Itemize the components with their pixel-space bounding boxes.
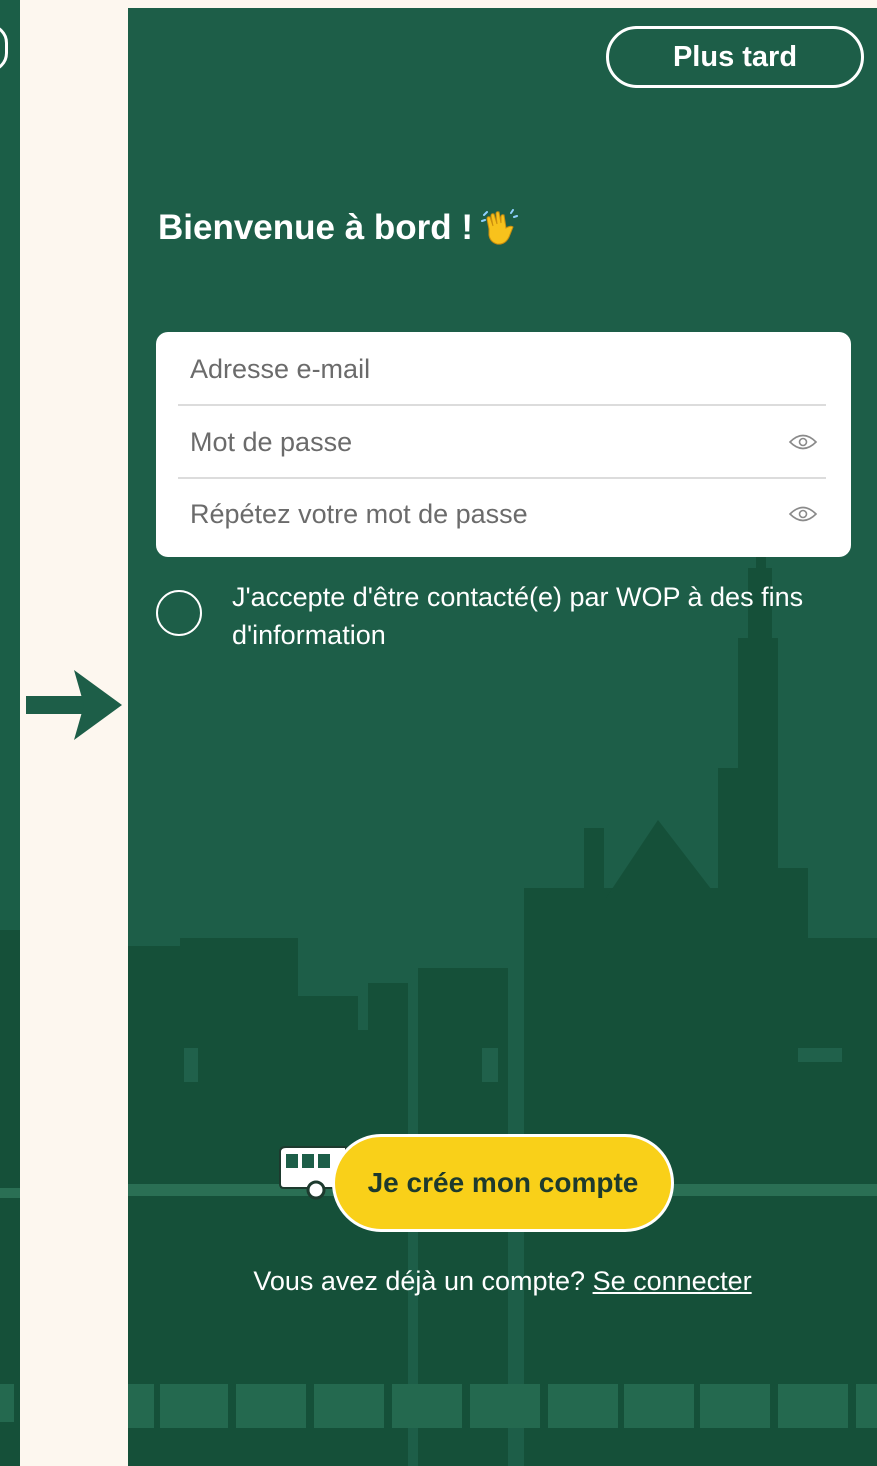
login-prompt: Vous avez déjà un compte? Se connecter (128, 1266, 877, 1297)
consent-row: J'accepte d'être contacté(e) par WOP à d… (156, 578, 816, 654)
repeat-password-input[interactable] (178, 498, 738, 530)
waving-hand-icon (481, 209, 519, 245)
previous-screen-tile (0, 1384, 14, 1422)
password-input[interactable] (178, 426, 738, 458)
welcome-heading: Bienvenue à bord ! (158, 208, 519, 248)
email-field-row (178, 334, 826, 406)
email-input[interactable] (178, 353, 738, 385)
welcome-title: Bienvenue à bord ! (158, 208, 474, 247)
previous-screen-button-edge (0, 24, 8, 72)
login-prompt-text: Vous avez déjà un compte? (253, 1266, 586, 1296)
consent-label: J'accepte d'être contacté(e) par WOP à d… (232, 582, 804, 650)
previous-screen-road (0, 1188, 20, 1198)
signup-screen: Plus tard Bienvenue à bord ! Adresse e-m… (128, 8, 877, 1466)
password-field-row (178, 407, 826, 479)
login-link[interactable]: Se connecter (593, 1266, 752, 1296)
repeat-password-field-row (178, 478, 826, 550)
eye-icon[interactable] (788, 504, 818, 524)
consent-radio[interactable] (156, 590, 202, 636)
create-account-button[interactable]: Je crée mon compte (332, 1134, 674, 1232)
previous-screen-edge (0, 0, 20, 1466)
arrow-right-icon (26, 670, 122, 740)
later-button[interactable]: Plus tard (606, 26, 864, 88)
eye-icon[interactable] (788, 432, 818, 452)
signup-form (156, 332, 851, 557)
